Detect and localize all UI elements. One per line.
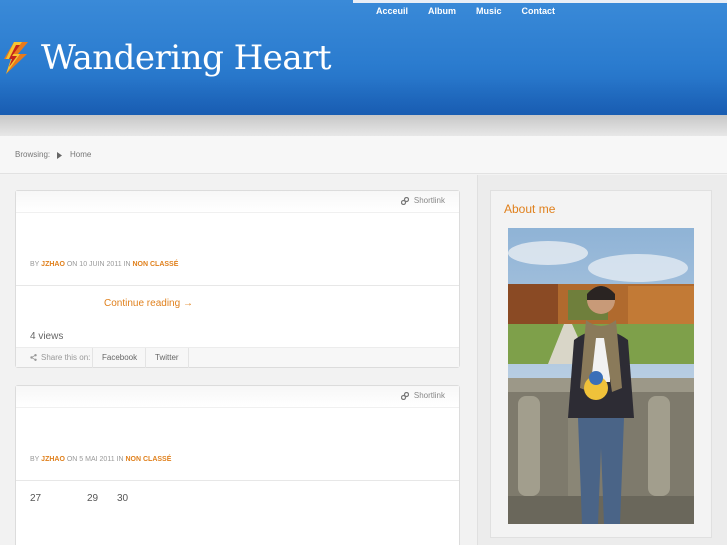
chevron-right-icon: [57, 152, 62, 159]
view-count: 4 views: [30, 331, 64, 342]
shortlink-label: Shortlink: [413, 196, 445, 205]
share-icon: [30, 354, 37, 361]
breadcrumb: [0, 136, 727, 174]
post-divider: [16, 285, 459, 286]
byline-date: ON 5 MAI 2011 IN: [66, 456, 124, 463]
share-twitter-button[interactable]: Twitter: [145, 348, 189, 368]
byline-by: BY: [30, 261, 40, 268]
post-byline: BY JZHAO ON 10 JUIN 2011 IN NON CLASSÉ: [30, 261, 178, 268]
top-bar-line: [353, 0, 727, 3]
shortlink-label: Shortlink: [413, 391, 445, 400]
share-bar: Share this on: Facebook Twitter: [16, 347, 459, 368]
header-gradient: [0, 78, 727, 115]
breadcrumb-label: Browsing:: [15, 150, 51, 159]
category-link[interactable]: NON CLASSÉ: [133, 261, 179, 268]
widget-title: About me: [504, 202, 556, 216]
calendar-day[interactable]: 29: [87, 493, 98, 504]
continue-reading-link[interactable]: Continue reading →: [104, 298, 193, 309]
byline-by: BY: [30, 456, 40, 463]
byline-date: ON 10 JUIN 2011 IN: [66, 261, 131, 268]
shortlink-link[interactable]: Shortlink: [400, 391, 445, 400]
author-link[interactable]: JZHAO: [41, 456, 65, 463]
site-title[interactable]: Wandering Heart: [41, 38, 332, 78]
lightning-bolt-icon[interactable]: [0, 40, 32, 76]
calendar-day[interactable]: 27: [30, 493, 41, 504]
share-label-text: Share this on:: [41, 353, 91, 362]
nav-acceuil[interactable]: Acceuil: [376, 6, 408, 16]
main-nav: Acceuil Album Music Contact: [366, 6, 565, 16]
post-header: Shortlink: [16, 191, 459, 213]
breadcrumb-home[interactable]: Home: [70, 150, 91, 159]
shortlink-link[interactable]: Shortlink: [400, 196, 445, 205]
post-header: Shortlink: [16, 386, 459, 408]
post-card: Shortlink BY JZHAO ON 5 MAI 2011 IN NON …: [15, 385, 460, 545]
link-icon: [400, 391, 409, 400]
share-label: Share this on:: [30, 353, 90, 362]
link-icon: [400, 196, 409, 205]
share-facebook-button[interactable]: Facebook: [92, 348, 146, 368]
nav-music[interactable]: Music: [476, 6, 502, 16]
post-byline: BY JZHAO ON 5 MAI 2011 IN NON CLASSÉ: [30, 456, 171, 463]
nav-album[interactable]: Album: [428, 6, 456, 16]
calendar-day[interactable]: 30: [117, 493, 128, 504]
post-divider: [16, 480, 459, 481]
post-card: Shortlink BY JZHAO ON 10 JUIN 2011 IN NO…: [15, 190, 460, 368]
category-link[interactable]: NON CLASSÉ: [125, 456, 171, 463]
author-link[interactable]: JZHAO: [41, 261, 65, 268]
profile-photo: [508, 228, 694, 524]
nav-contact[interactable]: Contact: [522, 6, 556, 16]
